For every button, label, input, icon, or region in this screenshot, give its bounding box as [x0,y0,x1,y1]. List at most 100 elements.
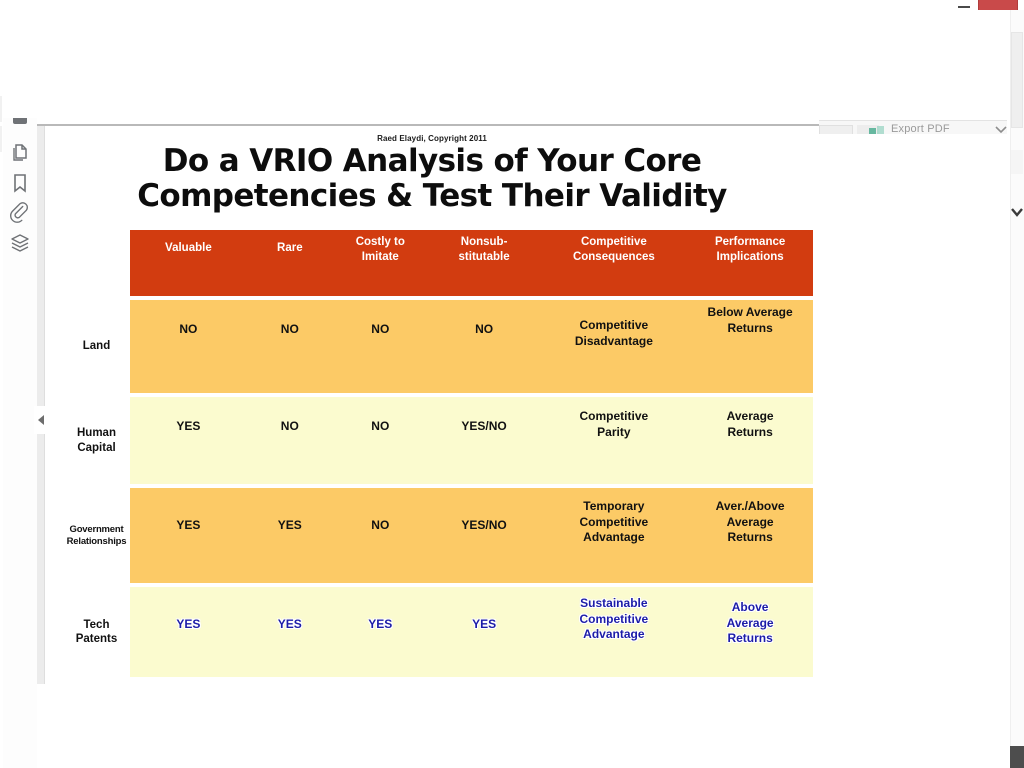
caret-left-icon [38,415,44,425]
column-header-valuable-label: Valuable [165,242,212,254]
page-title: Do a VRIO Analysis of Your Core Competen… [65,143,799,215]
scroll-chevron-down-icon[interactable] [1010,206,1024,218]
bookmarks-icon[interactable] [9,172,33,196]
cell-gov-consequence-line-3: Advantage [583,530,645,545]
cell-gov-consequence: Temporary Competitive Advantage [540,488,687,583]
cell-land-valuable: NO [130,300,247,393]
window-titlebar [0,0,1024,12]
copyright-notice: Raed Elaydi, Copyright 2011 [377,134,487,143]
cell-gov-performance: Aver./Above Average Returns [687,488,813,583]
page-title-line-2: Competencies & Test Their Validity [137,178,727,215]
cell-gov-consequence-line-2: Competitive [579,514,649,529]
rail-tick-2 [0,126,2,152]
cell-hc-nonsub: YES/NO [428,397,541,484]
row-label-human-capital: Human Capital [65,397,130,484]
row-label-gov-line-2: Relationships [66,535,127,547]
minimize-button[interactable] [958,2,972,10]
cell-land-performance-line-1: Below Average [707,305,793,319]
column-header-costly-line-2: Imitate [361,250,399,263]
row-label-land-line-1: Land [82,340,111,353]
column-header-nonsub-line-1: Nonsub- [460,236,508,248]
page-title-line-1: Do a VRIO Analysis of Your Core [162,143,702,179]
cell-hc-performance: Average Returns [687,397,813,484]
cell-hc-costly-text: NO [371,419,390,433]
column-header-perf-line-2: Implications [716,250,784,263]
column-header-conseq-line-1: Competitive [580,236,647,248]
cell-gov-costly: NO [333,488,428,583]
workspace-blank-area [3,10,1007,125]
cell-hc-rare: NO [247,397,333,484]
cell-land-consequence: Competitive Disadvantage [540,300,687,393]
viewer-bottom-area [37,684,992,768]
row-label-tech-line-2: Patents [75,633,118,645]
table-header-row: Valuable Rare Costly to Imitate Nonsub- [65,230,813,296]
cell-gov-rare: YES [247,488,333,583]
cell-land-rare: NO [247,300,333,393]
cell-gov-consequence-line-1: Temporary [583,499,645,513]
layers-icon[interactable] [9,232,33,256]
cell-hc-nonsub-text: YES/NO [461,419,507,433]
cell-tech-valuable-text: YES [176,617,201,631]
cell-tech-nonsub-text: YES [472,617,497,631]
vertical-scrollbar[interactable] [1010,10,1024,768]
column-header-performance-implications: Performance Implications [687,230,813,296]
column-header-rare-label: Rare [277,242,303,254]
left-tool-rail [3,118,37,768]
cell-gov-nonsub: YES/NO [428,488,541,583]
cell-tech-consequence-line-1: Sustainable [580,596,648,610]
column-header-conseq-line-2: Consequences [572,250,655,263]
attachments-icon[interactable] [9,202,33,226]
column-header-nonsubstitutable: Nonsub- stitutable [428,230,541,296]
column-header-competitive-consequences: Competitive Consequences [540,230,687,296]
cell-gov-valuable: YES [130,488,247,583]
cell-gov-nonsub-text: YES/NO [461,518,507,532]
cell-tech-nonsub: YES [428,587,541,677]
cell-land-costly-text: NO [371,322,390,336]
row-label-land: Land [65,300,130,393]
row-label-gov-line-1: Government [69,523,124,535]
cell-land-nonsub-text: NO [475,322,494,336]
cell-hc-consequence: Competitive Parity [540,397,687,484]
cell-gov-costly-text: NO [371,518,390,532]
export-pdf-label[interactable]: Export PDF [891,123,950,134]
column-header-perf-line-1: Performance [714,236,786,248]
cell-land-consequence-line-1: Competitive [579,318,649,332]
pdf-page: Raed Elaydi, Copyright 2011 Do a VRIO An… [45,126,819,682]
page-thumbnails-icon[interactable] [9,142,33,166]
cell-tech-performance: Above Average Returns [687,587,813,677]
table-row: Land NO NO NO NO Competitive Disadvantag… [65,300,813,393]
cell-tech-performance-line-3: Returns [727,631,773,646]
cell-hc-valuable: YES [130,397,247,484]
rail-tick-1 [0,96,2,122]
cell-gov-rare-text: YES [277,518,302,532]
cell-land-valuable-text: NO [179,322,198,336]
cell-land-nonsub: NO [428,300,541,393]
row-label-human-capital-line-1: Human [77,427,116,440]
table-row: Human Capital YES NO NO YES/NO Competiti… [65,397,813,484]
cell-hc-consequence-line-1: Competitive [579,409,649,423]
scrollbar-segment[interactable] [1011,150,1023,174]
cell-hc-performance-line-1: Average [726,409,774,423]
cell-tech-consequence: Sustainable Competitive Advantage [540,587,687,677]
export-pdf-icon [869,126,885,134]
cell-tech-rare: YES [247,587,333,677]
cell-tech-rare-text: YES [277,617,302,631]
cell-tech-consequence-line-3: Advantage [583,627,645,642]
cell-land-consequence-line-2: Disadvantage [574,333,653,348]
partial-tool-icon[interactable] [9,118,33,128]
export-toolbar-strip: Export PDF [819,120,1007,134]
cell-tech-valuable: YES [130,587,247,677]
column-header-rare: Rare [247,230,333,296]
toolbar-field-1[interactable] [819,125,853,134]
cell-gov-performance-line-1: Aver./Above [715,499,785,513]
scrollbar-bottom-cap[interactable] [1010,746,1024,768]
cell-gov-valuable-text: YES [176,518,201,532]
row-label-tech-line-1: Tech [83,618,110,631]
table-row: Government Relationships YES YES NO YES/… [65,488,813,583]
chevron-down-icon[interactable] [995,124,1007,134]
app-window: Export PDF Raed Elaydi, Copyright 2011 D… [0,0,1024,768]
row-label-tech-patents: Tech Patents [65,587,130,677]
cell-tech-consequence-line-2: Competitive [579,611,649,626]
scrollbar-thumb[interactable] [1011,32,1023,128]
cell-gov-performance-line-2: Average [726,514,774,529]
